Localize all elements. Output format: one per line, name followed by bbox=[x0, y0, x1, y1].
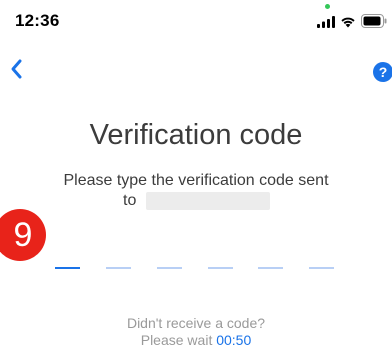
back-button[interactable] bbox=[4, 54, 30, 84]
code-slot-5[interactable] bbox=[258, 267, 283, 269]
wait-label: Please wait bbox=[140, 332, 213, 348]
step-badge: 9 bbox=[0, 209, 46, 261]
privacy-indicator-dot bbox=[325, 4, 330, 9]
battery-icon bbox=[361, 14, 387, 28]
code-slot-1[interactable] bbox=[55, 267, 80, 269]
status-time: 12:36 bbox=[15, 11, 60, 30]
chevron-left-icon bbox=[11, 59, 22, 79]
question-mark-icon: ? bbox=[379, 64, 388, 80]
resend-prompt: Didn't receive a code? bbox=[126, 315, 266, 331]
status-bar: 12:36 bbox=[0, 0, 392, 40]
code-slot-3[interactable] bbox=[157, 267, 182, 269]
page-title: Verification code bbox=[89, 119, 303, 151]
code-slot-4[interactable] bbox=[208, 267, 233, 269]
redacted-recipient bbox=[146, 192, 270, 210]
code-slot-2[interactable] bbox=[106, 267, 131, 269]
help-button[interactable]: ? bbox=[372, 61, 392, 83]
code-slot-6[interactable] bbox=[309, 267, 334, 269]
countdown-timer: 00:50 bbox=[216, 332, 252, 348]
resend-wait-line: Please wait 00:50 bbox=[0, 332, 392, 348]
instruction-text: Please type the verification code sent bbox=[63, 172, 329, 189]
cellular-signal-icon bbox=[317, 16, 335, 28]
instruction-recipient-prefix: to bbox=[123, 192, 137, 209]
wifi-icon bbox=[341, 17, 355, 28]
